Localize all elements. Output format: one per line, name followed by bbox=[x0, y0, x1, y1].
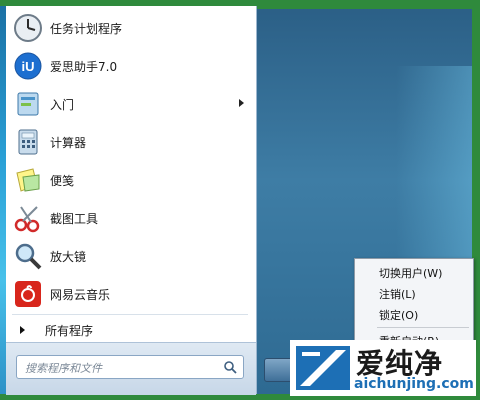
start-menu-left-pane: 任务计划程序 iU 爱思助手7.0 入门 计算器 便笺 截图工具 放大镜 网易云… bbox=[6, 6, 257, 394]
watermark-logo-icon bbox=[296, 346, 350, 390]
menu-item-sticky-notes[interactable]: 便笺 bbox=[8, 162, 254, 198]
submenu-arrow-icon bbox=[239, 99, 244, 107]
clock-icon bbox=[12, 12, 44, 44]
menu-item-label: 便笺 bbox=[50, 173, 75, 188]
menu-item-label: 入门 bbox=[50, 97, 75, 112]
menu-item-task-scheduler[interactable]: 任务计划程序 bbox=[8, 10, 254, 46]
sticky-notes-icon bbox=[12, 164, 44, 196]
all-programs-label: 所有程序 bbox=[45, 323, 94, 338]
aisi-assistant-icon: iU bbox=[12, 50, 44, 82]
svg-text:iU: iU bbox=[22, 59, 35, 74]
search-icon[interactable] bbox=[223, 360, 237, 374]
menu-item-lock[interactable]: 锁定(O) bbox=[379, 307, 418, 323]
menu-item-magnifier[interactable]: 放大镜 bbox=[8, 238, 254, 274]
watermark-logo: 爱纯净 aichunjing.com bbox=[290, 340, 476, 396]
search-placeholder: 搜索程序和文件 bbox=[25, 362, 102, 375]
expand-arrow-icon bbox=[20, 326, 25, 334]
menu-item-label: 计算器 bbox=[50, 135, 87, 150]
scissors-icon bbox=[12, 202, 44, 234]
calculator-icon bbox=[12, 126, 44, 158]
magnifier-icon bbox=[12, 240, 44, 272]
menu-item-getting-started[interactable]: 入门 bbox=[8, 86, 254, 122]
menu-item-switch-user[interactable]: 切换用户(W) bbox=[379, 265, 442, 281]
all-programs-button[interactable]: 所有程序 bbox=[8, 318, 254, 342]
menu-item-log-off[interactable]: 注销(L) bbox=[379, 286, 416, 302]
menu-item-label: 截图工具 bbox=[50, 211, 99, 226]
menu-separator bbox=[12, 314, 248, 315]
watermark-url: aichunjing.com bbox=[354, 376, 474, 392]
menu-item-snipping-tool[interactable]: 截图工具 bbox=[8, 200, 254, 236]
menu-item-label: 任务计划程序 bbox=[50, 21, 123, 36]
search-input[interactable]: 搜索程序和文件 bbox=[16, 355, 244, 379]
menu-item-aisi-assistant[interactable]: iU 爱思助手7.0 bbox=[8, 48, 254, 84]
menu-item-netease-music[interactable]: 网易云音乐 bbox=[8, 276, 254, 312]
menu-item-label: 爱思助手7.0 bbox=[50, 59, 118, 74]
menu-item-label: 放大镜 bbox=[50, 249, 87, 264]
menu-item-label: 网易云音乐 bbox=[50, 287, 111, 302]
shutdown-options-menu: 切换用户(W) 注销(L) 锁定(O) 重新启动(R) bbox=[354, 258, 474, 350]
getting-started-icon bbox=[12, 88, 44, 120]
netease-music-icon bbox=[12, 278, 44, 310]
search-area: 搜索程序和文件 bbox=[6, 342, 256, 395]
frame-stripe bbox=[256, 6, 472, 9]
popup-separator bbox=[377, 327, 469, 328]
menu-item-calculator[interactable]: 计算器 bbox=[8, 124, 254, 160]
